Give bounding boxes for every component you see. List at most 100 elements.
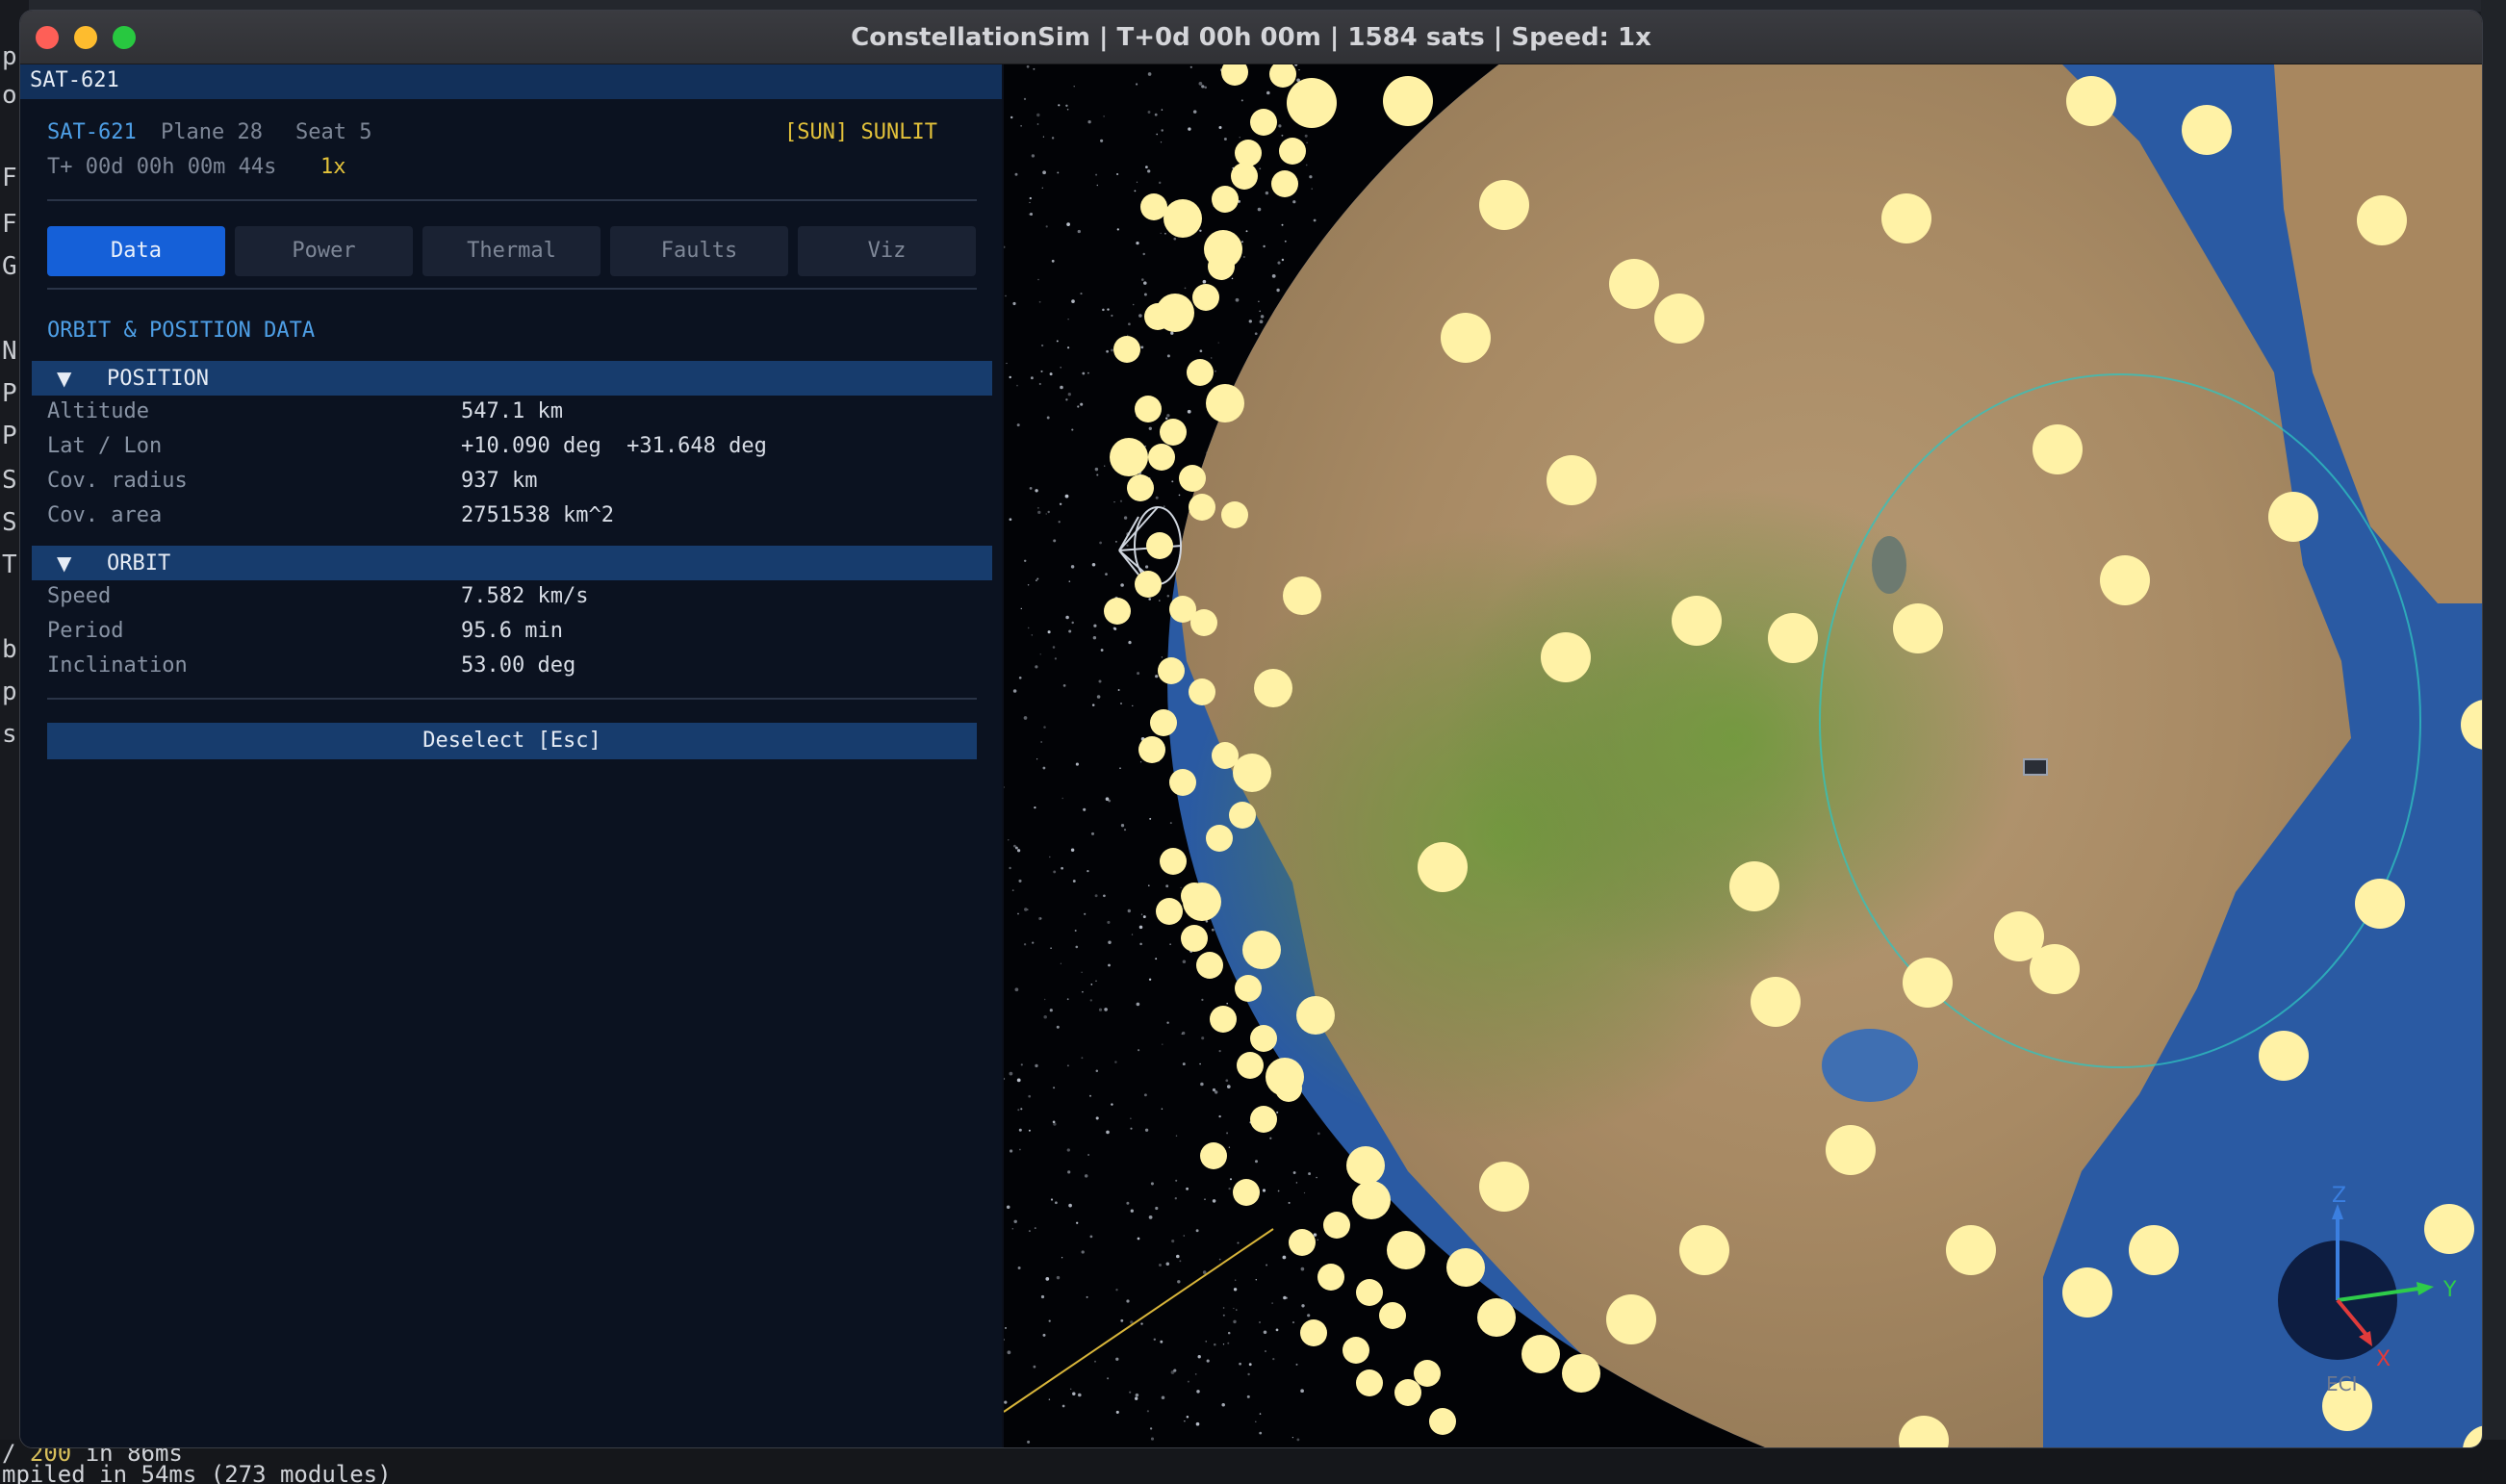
satellite-dot[interactable] bbox=[1254, 669, 1292, 707]
satellite-dot[interactable] bbox=[1679, 1225, 1729, 1275]
satellite-dot[interactable] bbox=[1352, 1181, 1391, 1219]
satellite-dot[interactable] bbox=[1212, 742, 1239, 769]
satellite-dot[interactable] bbox=[1237, 1052, 1264, 1079]
satellite-dot[interactable] bbox=[1768, 613, 1818, 663]
satellite-dot[interactable] bbox=[1156, 898, 1183, 925]
satellite-dot[interactable] bbox=[1242, 931, 1281, 969]
satellite-dot[interactable] bbox=[1946, 1225, 1996, 1275]
tab-power[interactable]: Power bbox=[235, 226, 413, 276]
position-section-header[interactable]: ▼ POSITION bbox=[32, 361, 992, 396]
selected-satellite-marker[interactable] bbox=[2023, 758, 2048, 776]
satellite-dot[interactable] bbox=[1221, 501, 1248, 528]
satellite-dot[interactable] bbox=[1144, 303, 1171, 330]
satellite-dot[interactable] bbox=[1300, 1319, 1327, 1346]
globe-viewport[interactable]: Z Y X ECI bbox=[1004, 64, 2482, 1447]
satellite-dot[interactable] bbox=[1235, 975, 1262, 1002]
satellite-dot[interactable] bbox=[1441, 313, 1491, 363]
satellite-dot[interactable] bbox=[1672, 596, 1722, 646]
satellite-dot[interactable] bbox=[1160, 848, 1187, 875]
satellite-dot[interactable] bbox=[1250, 109, 1277, 136]
satellite-dot[interactable] bbox=[1187, 359, 1214, 386]
satellite-dot[interactable] bbox=[1250, 1106, 1277, 1133]
satellite-dot[interactable] bbox=[1342, 1337, 1369, 1364]
satellite-dot[interactable] bbox=[1356, 1369, 1383, 1396]
satellite-dot[interactable] bbox=[1169, 769, 1196, 796]
satellite-dot[interactable] bbox=[1275, 1075, 1302, 1102]
satellite-dot[interactable] bbox=[1609, 259, 1659, 309]
satellite-dot[interactable] bbox=[1233, 754, 1271, 792]
satellite-dot[interactable] bbox=[1135, 571, 1162, 598]
satellite-dot[interactable] bbox=[2030, 944, 2080, 994]
satellite-dot[interactable] bbox=[1418, 842, 1468, 892]
satellite-dot[interactable] bbox=[1296, 996, 1335, 1035]
satellite-dot[interactable] bbox=[1231, 163, 1258, 190]
satellite-dot[interactable] bbox=[1826, 1125, 1876, 1175]
satellite-dot[interactable] bbox=[2062, 1267, 2112, 1318]
satellite-dot[interactable] bbox=[1158, 657, 1185, 684]
satellite-dot[interactable] bbox=[1221, 64, 1248, 86]
satellite-dot[interactable] bbox=[2066, 76, 2116, 126]
satellite-dot[interactable] bbox=[1541, 632, 1591, 682]
satellite-dot[interactable] bbox=[1110, 438, 1148, 476]
satellite-dot[interactable] bbox=[1446, 1248, 1485, 1287]
satellite-dot[interactable] bbox=[1477, 1298, 1516, 1337]
satellite-dot[interactable] bbox=[1179, 465, 1206, 492]
satellite-dot[interactable] bbox=[1317, 1264, 1344, 1291]
satellite-dot[interactable] bbox=[1269, 64, 1296, 88]
orbit-section-header[interactable]: ▼ ORBIT bbox=[32, 546, 992, 580]
satellite-dot[interactable] bbox=[1164, 199, 1202, 238]
satellite-dot[interactable] bbox=[2259, 1031, 2309, 1081]
satellite-dot[interactable] bbox=[1189, 494, 1215, 521]
satellite-dot[interactable] bbox=[1150, 709, 1177, 736]
satellite-dot[interactable] bbox=[1654, 294, 1704, 344]
satellite-dot[interactable] bbox=[1323, 1212, 1350, 1239]
tab-data[interactable]: Data bbox=[47, 226, 225, 276]
satellite-dot[interactable] bbox=[1903, 958, 1953, 1008]
satellite-dot[interactable] bbox=[1283, 576, 1321, 615]
satellite-dot[interactable] bbox=[2033, 424, 2083, 474]
satellite-dot[interactable] bbox=[1279, 138, 1306, 165]
satellite-dot[interactable] bbox=[1233, 1179, 1260, 1206]
satellite-dot[interactable] bbox=[1235, 140, 1262, 166]
satellite-dot[interactable] bbox=[1190, 609, 1217, 636]
satellite-dot[interactable] bbox=[1160, 419, 1187, 446]
satellite-dot[interactable] bbox=[1189, 678, 1215, 705]
satellite-dot[interactable] bbox=[1346, 1146, 1385, 1185]
satellite-dot[interactable] bbox=[1356, 1279, 1383, 1306]
satellite-dot[interactable] bbox=[1414, 1360, 1441, 1387]
satellite-dot[interactable] bbox=[2129, 1225, 2179, 1275]
satellite-dot[interactable] bbox=[1479, 180, 1529, 230]
tab-thermal[interactable]: Thermal bbox=[422, 226, 601, 276]
satellite-dot[interactable] bbox=[2357, 195, 2407, 245]
panel-header[interactable]: SAT-621 bbox=[20, 64, 1002, 99]
satellite-dot[interactable] bbox=[1135, 396, 1162, 422]
tab-viz[interactable]: Viz bbox=[798, 226, 976, 276]
satellite-dot[interactable] bbox=[2100, 555, 2150, 605]
satellite-dot[interactable] bbox=[1250, 1025, 1277, 1052]
deselect-button[interactable]: Deselect [Esc] bbox=[47, 723, 977, 759]
satellite-dot[interactable] bbox=[1387, 1231, 1425, 1269]
satellite-dot[interactable] bbox=[1893, 603, 1943, 653]
satellite-dot[interactable] bbox=[1181, 925, 1208, 952]
satellite-dot[interactable] bbox=[1547, 455, 1597, 505]
satellite-dot[interactable] bbox=[1379, 1302, 1406, 1329]
satellite-dot[interactable] bbox=[1200, 1142, 1227, 1169]
satellite-dot[interactable] bbox=[1210, 1006, 1237, 1033]
satellite-dot[interactable] bbox=[1113, 336, 1140, 363]
satellite-dot[interactable] bbox=[1383, 76, 1433, 126]
satellite-dot[interactable] bbox=[1394, 1379, 1421, 1406]
satellite-dot[interactable] bbox=[1212, 186, 1239, 213]
satellite-dot[interactable] bbox=[1562, 1354, 1600, 1393]
satellite-dot[interactable] bbox=[1127, 474, 1154, 501]
satellite-dot[interactable] bbox=[1881, 193, 1931, 243]
satellite-dot[interactable] bbox=[1206, 825, 1233, 852]
satellite-dot[interactable] bbox=[1751, 977, 1801, 1027]
satellite-dot[interactable] bbox=[1104, 598, 1131, 625]
tab-faults[interactable]: Faults bbox=[610, 226, 788, 276]
satellite-dot[interactable] bbox=[1287, 78, 1337, 128]
satellite-dot[interactable] bbox=[1146, 532, 1173, 559]
satellite-dot[interactable] bbox=[1206, 384, 1244, 422]
satellite-dot[interactable] bbox=[1229, 802, 1256, 829]
satellite-dot[interactable] bbox=[1522, 1335, 1560, 1373]
satellite-dot[interactable] bbox=[1606, 1294, 1656, 1344]
